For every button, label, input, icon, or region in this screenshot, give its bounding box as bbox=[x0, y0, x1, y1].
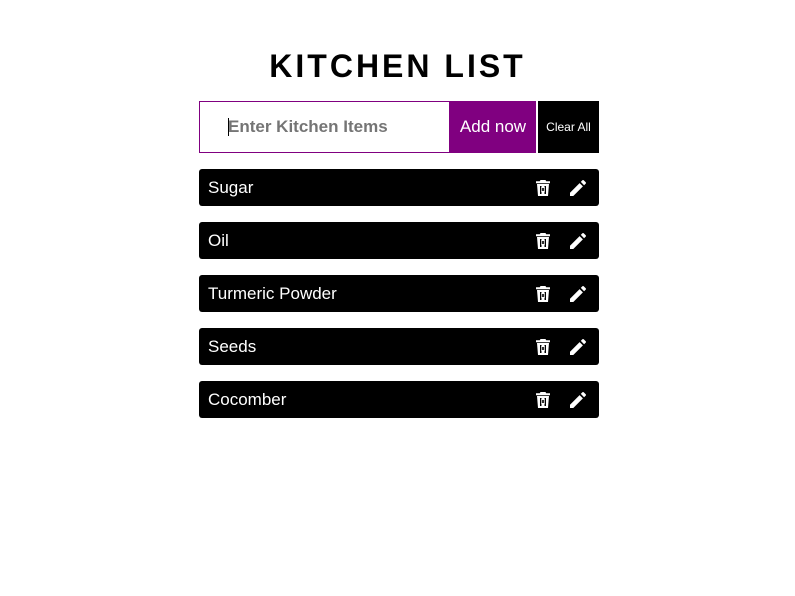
list-item: Sugar bbox=[199, 169, 599, 206]
pencil-icon[interactable] bbox=[568, 178, 588, 198]
item-label: Cocomber bbox=[208, 390, 287, 409]
item-label: Seeds bbox=[208, 337, 257, 356]
trash-icon[interactable] bbox=[533, 178, 553, 198]
list-item: Seeds bbox=[199, 328, 599, 365]
trash-icon[interactable] bbox=[533, 231, 553, 251]
list-item: Cocomber bbox=[199, 381, 599, 418]
pencil-icon[interactable] bbox=[568, 390, 588, 410]
item-input[interactable] bbox=[199, 101, 450, 153]
pencil-icon[interactable] bbox=[568, 284, 588, 304]
item-label: Turmeric Powder bbox=[208, 284, 337, 303]
page-title: KITCHEN LIST bbox=[269, 48, 526, 84]
list-item: Turmeric Powder bbox=[199, 275, 599, 312]
pencil-icon[interactable] bbox=[568, 231, 588, 251]
text-cursor bbox=[228, 118, 229, 136]
item-list: Sugar Oil Turmeric Powder Seeds Cocomber bbox=[199, 169, 599, 434]
add-now-button[interactable]: Add now bbox=[450, 101, 536, 153]
trash-icon[interactable] bbox=[533, 337, 553, 357]
trash-icon[interactable] bbox=[533, 390, 553, 410]
item-label: Sugar bbox=[208, 178, 254, 197]
add-item-form: Add now Clear All bbox=[199, 101, 599, 153]
pencil-icon[interactable] bbox=[568, 337, 588, 357]
list-item: Oil bbox=[199, 222, 599, 259]
clear-all-button[interactable]: Clear All bbox=[538, 101, 599, 153]
kitchen-list-app: KITCHEN LIST Add now Clear All Sugar Oil bbox=[0, 0, 795, 596]
item-label: Oil bbox=[208, 231, 229, 250]
trash-icon[interactable] bbox=[533, 284, 553, 304]
